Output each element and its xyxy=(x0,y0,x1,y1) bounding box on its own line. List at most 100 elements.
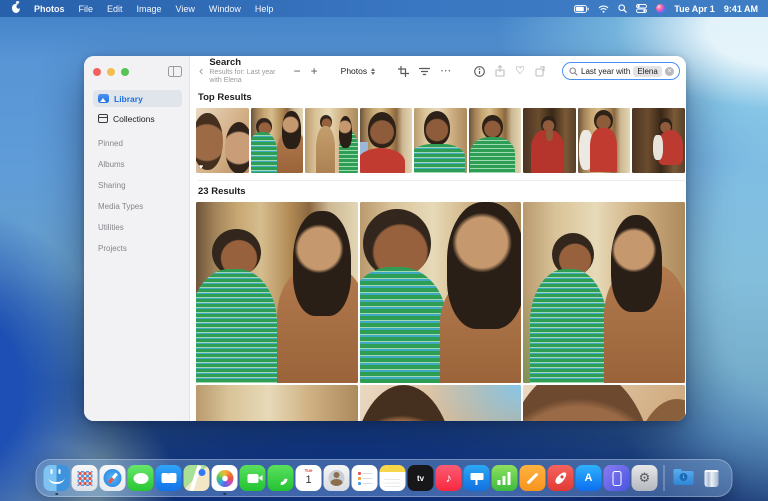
photo-pair-alley-wide[interactable] xyxy=(523,202,685,383)
siri-icon[interactable] xyxy=(656,4,665,13)
photo-pair-hug[interactable] xyxy=(305,108,358,173)
search-input[interactable]: Last year with Elena × xyxy=(562,62,680,80)
photos-window: Library Collections Pinned Albums Sharing M… xyxy=(84,56,686,421)
app-store-icon[interactable]: A xyxy=(576,465,602,491)
crop-icon[interactable] xyxy=(398,66,409,77)
contacts-icon[interactable] xyxy=(324,465,350,491)
window-main: ‹ Search Results for: Last year with Ele… xyxy=(191,56,686,421)
zoom-window-button[interactable] xyxy=(121,68,129,76)
filters-icon[interactable] xyxy=(419,67,430,76)
mail-icon[interactable] xyxy=(156,465,182,491)
photos-icon[interactable] xyxy=(212,465,238,491)
photo-selfie-sky[interactable] xyxy=(360,385,522,421)
menu-items: Photos File Edit Image View Window Help xyxy=(34,4,273,14)
menu-view[interactable]: View xyxy=(176,4,195,14)
sidebar-item-label: Collections xyxy=(113,114,155,124)
pages-icon[interactable] xyxy=(520,465,546,491)
library-icon xyxy=(98,94,109,103)
sidebar: Library Collections Pinned Albums Sharing M… xyxy=(84,56,190,421)
sidebar-section-projects[interactable]: Projects xyxy=(93,244,182,253)
more-options-button[interactable]: ⋯ xyxy=(440,66,451,77)
view-dropdown[interactable]: Photos xyxy=(333,63,383,79)
sidebar-sections: Pinned Albums Sharing Media Types Utilities P… xyxy=(93,139,182,253)
top-results-heading: Top Results xyxy=(198,92,685,103)
facetime-icon[interactable] xyxy=(240,465,266,491)
search-query-text: Last year with xyxy=(581,67,630,76)
favorite-heart-icon[interactable]: ♡ xyxy=(515,66,525,77)
battery-icon[interactable] xyxy=(574,5,589,13)
menu-window[interactable]: Window xyxy=(209,4,241,14)
share-icon[interactable] xyxy=(495,65,505,77)
messages-icon[interactable] xyxy=(128,465,154,491)
photo-pair-red-door[interactable] xyxy=(523,108,576,173)
search-token-elena[interactable]: Elena xyxy=(633,66,661,77)
photo-girl-green-closeup[interactable] xyxy=(414,108,467,173)
trash-icon[interactable] xyxy=(699,465,725,491)
toggle-sidebar-icon[interactable] xyxy=(168,66,182,77)
photo-girl-red-sitting[interactable] xyxy=(632,108,685,173)
finder-icon[interactable] xyxy=(44,465,70,491)
wifi-icon[interactable] xyxy=(598,5,609,13)
sidebar-item-library[interactable]: Library xyxy=(93,90,182,107)
downloads-folder-icon[interactable] xyxy=(671,465,697,491)
photo-girl-red-leaning[interactable] xyxy=(360,108,413,173)
control-center-icon[interactable] xyxy=(636,4,647,13)
menu-image[interactable]: Image xyxy=(137,4,162,14)
dock-divider xyxy=(664,465,665,491)
rotate-icon[interactable] xyxy=(535,66,546,77)
photo-pair-close[interactable] xyxy=(360,202,522,383)
sidebar-section-sharing[interactable]: Sharing xyxy=(93,181,182,190)
sidebar-section-pinned[interactable]: Pinned xyxy=(93,139,182,148)
photo-pair-alley-standing[interactable] xyxy=(196,202,358,383)
page-subtitle: Results for: Last year with Elena xyxy=(209,69,278,84)
menu-help[interactable]: Help xyxy=(255,4,274,14)
search-icon xyxy=(569,67,578,76)
page-title: Search xyxy=(209,58,278,68)
photo-girl-red-white-sleeves[interactable] xyxy=(578,108,631,173)
desktop: Photos File Edit Image View Window Help Tue Ap… xyxy=(0,0,768,501)
dock-apps: Tue 1 tv ♪ xyxy=(44,465,658,491)
sidebar-item-label: Library xyxy=(114,94,143,104)
photo-pair-alley[interactable] xyxy=(251,108,304,173)
apple-menu-icon[interactable] xyxy=(12,4,20,13)
sidebar-section-media-types[interactable]: Media Types xyxy=(93,202,182,211)
sidebar-item-collections[interactable]: Collections xyxy=(93,110,182,127)
maps-icon[interactable] xyxy=(184,465,210,491)
menu-edit[interactable]: Edit xyxy=(107,4,123,14)
info-icon[interactable] xyxy=(474,66,485,77)
photo-selfie-two-friends[interactable]: ♥ xyxy=(196,108,249,173)
reminders-icon[interactable] xyxy=(352,465,378,491)
photo-selfie-warm-closeup[interactable] xyxy=(523,385,685,421)
clear-search-icon[interactable]: × xyxy=(665,67,674,76)
photo-girl-green-mid[interactable] xyxy=(469,108,522,173)
zoom-out-button[interactable]: − xyxy=(294,65,301,77)
photo-pair-alley-far[interactable] xyxy=(196,385,358,421)
back-button[interactable]: ‹ xyxy=(197,64,207,79)
system-settings-icon[interactable]: ⚙ xyxy=(632,465,658,491)
keynote-icon[interactable] xyxy=(464,465,490,491)
iphone-mirroring-icon[interactable] xyxy=(604,465,630,491)
menu-file[interactable]: File xyxy=(79,4,94,14)
zoom-in-button[interactable]: + xyxy=(311,65,318,77)
menu-bar-date[interactable]: Tue Apr 1 xyxy=(674,4,715,14)
menu-bar-time[interactable]: 9:41 AM xyxy=(724,4,758,14)
window-toolbar: ‹ Search Results for: Last year with Ele… xyxy=(191,56,686,86)
minimize-window-button[interactable] xyxy=(107,68,115,76)
close-window-button[interactable] xyxy=(93,68,101,76)
sidebar-section-utilities[interactable]: Utilities xyxy=(93,223,182,232)
view-dropdown-label: Photos xyxy=(341,66,367,76)
music-icon[interactable]: ♪ xyxy=(436,465,462,491)
notes-icon[interactable] xyxy=(380,465,406,491)
sidebar-section-albums[interactable]: Albums xyxy=(93,160,182,169)
phone-icon[interactable] xyxy=(268,465,294,491)
numbers-icon[interactable] xyxy=(492,465,518,491)
menu-photos[interactable]: Photos xyxy=(34,4,65,14)
tv-icon[interactable]: tv xyxy=(408,465,434,491)
launchpad-icon[interactable] xyxy=(72,465,98,491)
safari-icon[interactable] xyxy=(100,465,126,491)
results-count-heading: 23 Results xyxy=(198,180,685,197)
calendar-icon[interactable]: Tue 1 xyxy=(296,465,322,491)
rocket-app-icon[interactable] xyxy=(548,465,574,491)
spotlight-search-icon[interactable] xyxy=(618,4,627,13)
page-title-block: Search Results for: Last year with Elena xyxy=(209,58,278,85)
